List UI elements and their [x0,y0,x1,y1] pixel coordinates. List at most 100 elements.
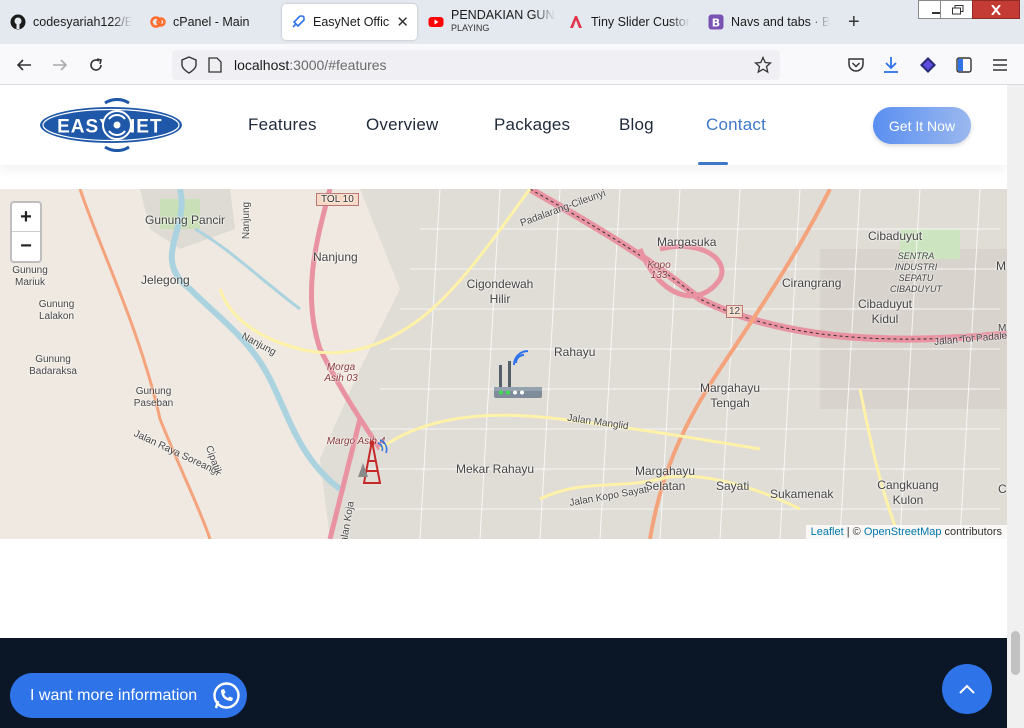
nav-link-blog[interactable]: Blog [619,115,654,135]
map-label: Kopo 133 [647,260,671,281]
downloads-button[interactable] [880,54,902,76]
close-window-icon [991,4,1001,15]
openstreetmap-link[interactable]: OpenStreetMap [864,526,942,538]
active-nav-indicator [698,162,728,165]
map-label: Cangkuang Kulon [877,478,939,507]
get-it-now-button[interactable]: Get It Now [873,107,971,144]
tab-title: Navs and tabs · Bo [731,15,830,29]
map-label: Sayati [716,479,750,493]
map-label: Jelegong [141,273,190,287]
map-label: Margasuka [657,235,717,249]
map-label: Rahayu [554,345,596,359]
whatsapp-icon [210,679,243,712]
page-scrollbar[interactable] [1007,85,1024,728]
map-zoom-control: + − [10,201,42,263]
address-bar[interactable]: localhost:3000/#features [172,50,780,80]
tab-playing-status: PLAYING [451,23,490,33]
tab-title: codesyariah122/E [33,15,132,29]
nav-link-features[interactable]: Features [248,115,317,135]
extension-button[interactable] [917,54,939,76]
url-host: localhost [234,57,290,73]
map-label: Cirangrang [782,276,842,290]
site-navbar: EASY NET Features Overview Packages Blog… [0,85,1007,165]
map-label: Mekar Rahayu [456,462,535,476]
tab-title: EasyNet Official [313,15,390,29]
map-label: Gunung Badaraksa [29,354,77,377]
zoom-out-button[interactable]: − [12,232,40,261]
map-label: Morga Asih 03 [324,362,358,384]
bootstrap-icon: B [708,14,724,30]
map-label: Nanjung [313,250,358,264]
map-label: Margahayu Tengah [699,381,761,410]
svg-text:B: B [712,17,720,30]
download-icon [884,57,898,73]
url-text: localhost:3000/#features [234,57,387,73]
sidebar-icon [956,57,972,73]
close-window-button[interactable] [972,0,1020,19]
easynet-logo[interactable]: EASY NET [39,98,183,152]
map-label: Gunung Mariuk [12,265,48,288]
map-label: Gunung Lalakon [38,299,75,322]
tab-youtube[interactable]: PENDAKIAN GUN PLAYING [420,4,558,40]
scroll-to-top-button[interactable] [942,664,992,714]
tiny-slider-icon [568,14,584,30]
nav-link-contact[interactable]: Contact [706,115,766,135]
youtube-icon [428,14,444,30]
map-shield: TOL 10 [316,193,359,206]
pocket-icon [848,58,864,72]
arrow-right-icon [53,59,68,71]
map-label: C [998,482,1007,496]
leaflet-link[interactable]: Leaflet [811,526,844,538]
browser-tab-strip: codesyariah122/E cPanel - Main EasyNet O… [0,0,1024,44]
rocket-icon [290,14,306,30]
github-icon [10,14,26,30]
menu-button[interactable] [989,54,1011,76]
zoom-in-button[interactable]: + [12,203,40,232]
attribution-separator: | © [843,526,864,538]
tab-tiny-slider[interactable]: Tiny Slider Custom [560,4,698,40]
whatsapp-button-label: I want more information [30,686,198,704]
map-label: Cigondewah Hilir [466,277,534,306]
scrollbar-thumb[interactable] [1011,631,1020,675]
chevron-up-icon [959,684,975,694]
back-button[interactable] [13,54,35,76]
hamburger-menu-icon [993,59,1007,71]
tab-cpanel[interactable]: cPanel - Main [142,4,280,40]
page-icon [208,57,222,78]
extension-diamond-icon [920,57,936,73]
tab-title: Tiny Slider Custom [591,15,690,29]
new-tab-button[interactable]: + [848,12,860,32]
url-path: :3000/#features [289,57,387,73]
map-label: M [996,259,1006,273]
tab-github[interactable]: codesyariah122/E [2,4,140,40]
attribution-tail: contributors [941,526,1002,538]
forward-button[interactable] [49,54,71,76]
reload-button[interactable] [85,54,107,76]
page-viewport: EASY NET Features Overview Packages Blog… [0,85,1007,728]
reload-icon [90,58,102,71]
nav-link-overview[interactable]: Overview [366,115,438,135]
close-tab-icon[interactable]: ✕ [396,13,409,31]
cpanel-icon [150,14,166,30]
tab-bootstrap[interactable]: B Navs and tabs · Bo [700,4,838,40]
nav-link-packages[interactable]: Packages [494,115,570,135]
arrow-left-icon [16,59,31,71]
tab-easynet[interactable]: EasyNet Official ✕ [282,4,417,40]
leaflet-map[interactable]: Gunung Pancir TOL 10 Nanjung Nanjung Nan… [0,189,1007,539]
map-label: Cibaduyut [868,229,923,243]
map-label: SENTRA INDUSTRI SEPATU CIBADUYUT [890,251,943,294]
bookmark-star-icon[interactable] [753,55,773,79]
maximize-button[interactable] [940,0,976,19]
pocket-button[interactable] [845,54,867,76]
site-info-icon[interactable] [180,56,198,79]
whatsapp-contact-button[interactable]: I want more information [10,673,247,718]
map-label: Sukamenak [770,487,834,501]
restore-icon [952,4,964,14]
map-label: Gunung Pancir [145,213,226,227]
sidebar-button[interactable] [953,54,975,76]
tab-title: PENDAKIAN GUN [451,8,555,22]
tab-title: cPanel - Main [173,15,250,29]
map-label: M [998,323,1007,334]
map-road-label: Nanjung [241,201,253,240]
map-attribution: Leaflet | © OpenStreetMap contributors [805,525,1007,539]
